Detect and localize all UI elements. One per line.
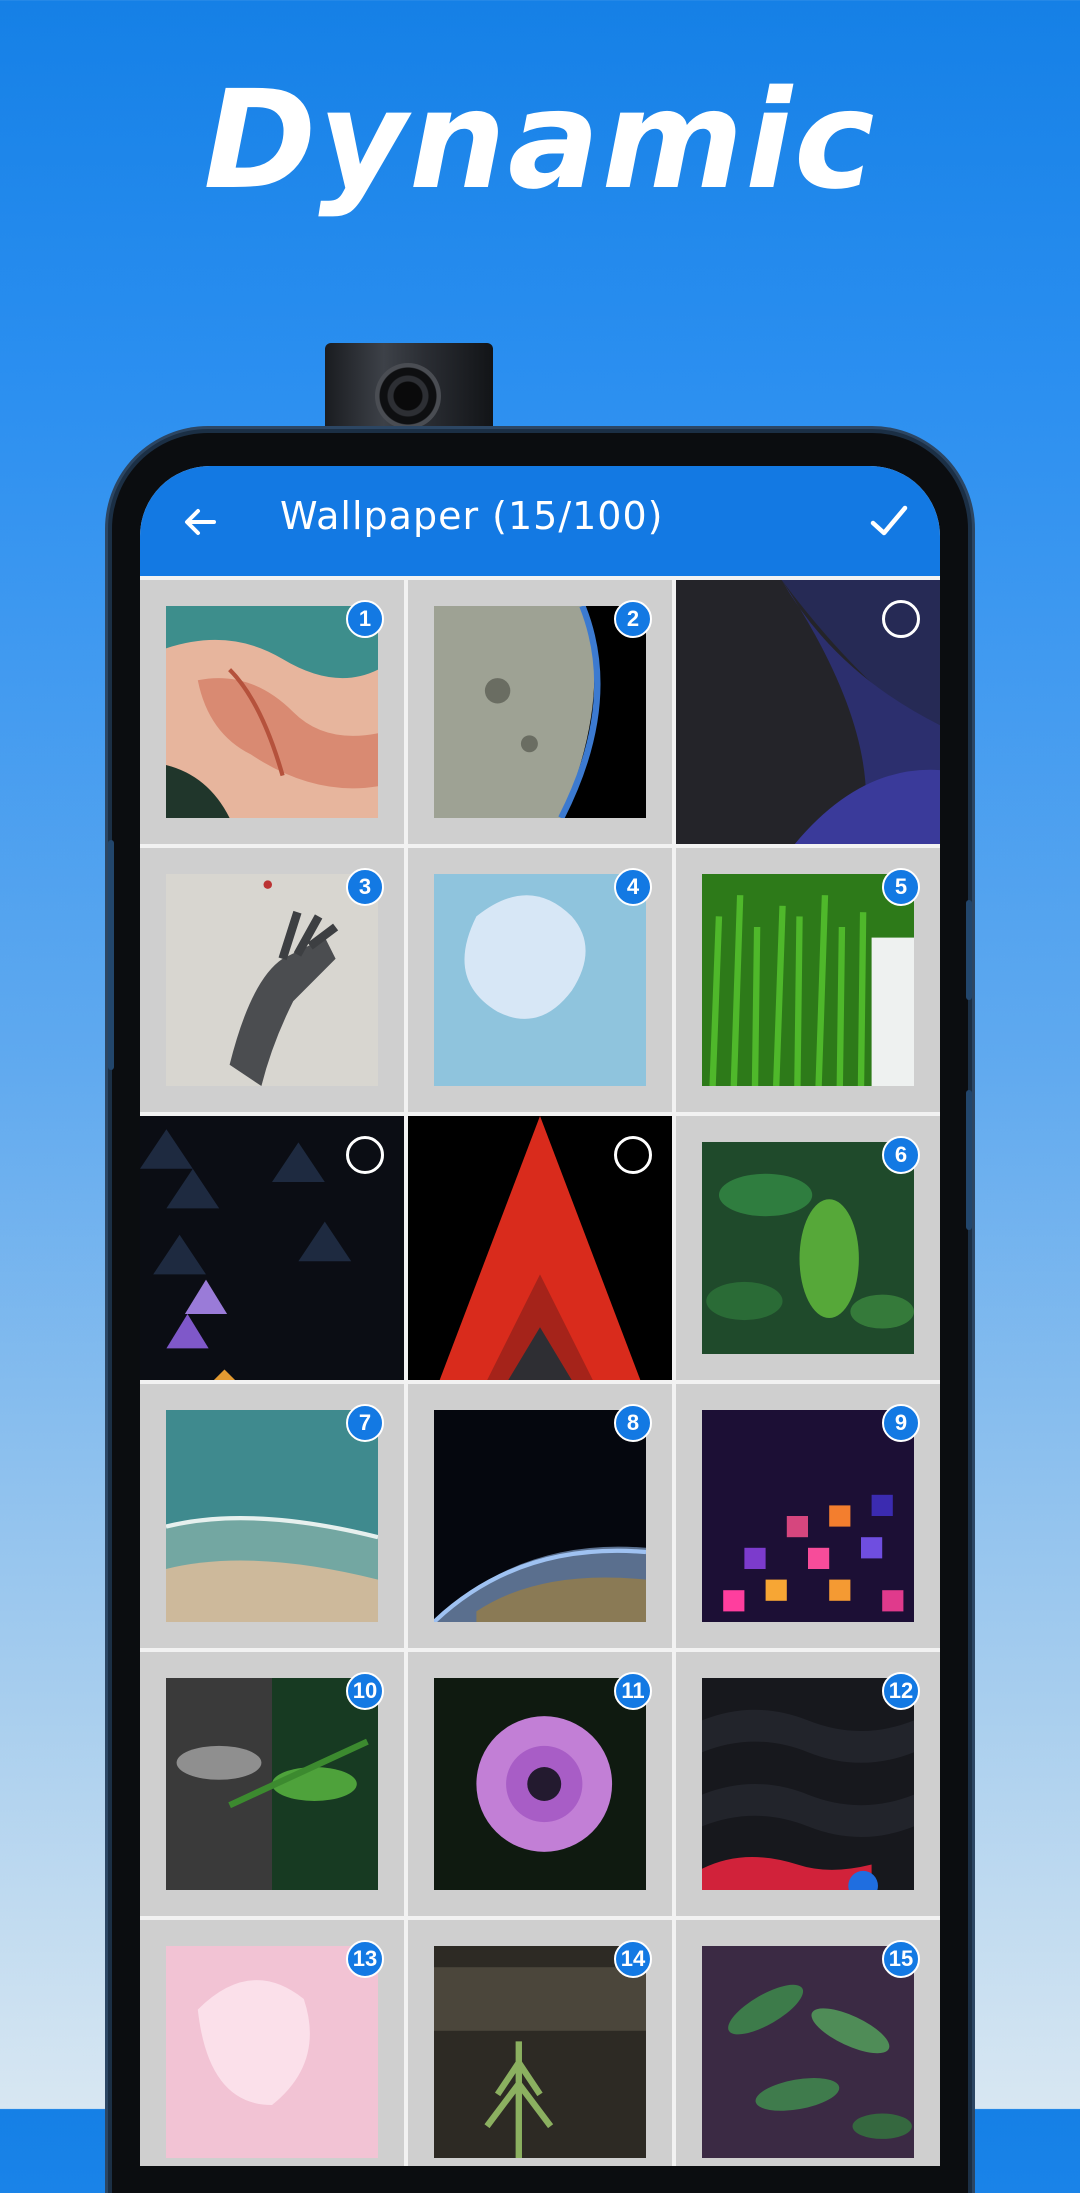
wallpaper-tile[interactable]: 2 [408,580,672,844]
selection-order-badge: 10 [346,1672,384,1710]
selection-order-badge: 6 [882,1136,920,1174]
wallpaper-tile[interactable]: 7 [140,1384,404,1648]
wallpaper-thumbnail [434,1946,646,2158]
wallpaper-tile[interactable]: 9 [676,1384,940,1648]
selection-order-badge: 11 [614,1672,652,1710]
phone-side-button [966,900,972,1000]
wallpaper-tile[interactable]: 11 [408,1652,672,1916]
selection-order-badge: 8 [614,1404,652,1442]
wallpaper-thumbnail [166,1678,378,1890]
wallpaper-thumbnail [702,1142,914,1354]
selection-order-badge: 13 [346,1940,384,1978]
phone-screen: Wallpaper (15/100) 1 2 3 4 5 6 7 8 9 10 … [140,466,940,2166]
phone-side-button [966,1090,972,1230]
headline: Dynamic [203,62,877,220]
wallpaper-tile[interactable]: 10 [140,1652,404,1916]
selection-order-badge: 2 [614,600,652,638]
confirm-button[interactable] [864,496,914,546]
wallpaper-thumbnail [702,1410,914,1622]
wallpaper-tile[interactable]: 3 [140,848,404,1112]
popup-camera [325,343,493,443]
wallpaper-thumbnail [166,874,378,1086]
wallpaper-tile[interactable] [408,1116,672,1380]
page-title: Wallpaper (15/100) [280,494,664,538]
wallpaper-tile[interactable]: 1 [140,580,404,844]
back-button[interactable] [176,498,224,546]
wallpaper-tile[interactable] [676,580,940,844]
wallpaper-tile[interactable]: 6 [676,1116,940,1380]
phone-side-button [108,840,114,1070]
unselected-circle-icon[interactable] [614,1136,652,1174]
wallpaper-grid: 1 2 3 4 5 6 7 8 9 10 11 12 13 14 15 [140,576,940,2166]
wallpaper-thumbnail [166,1410,378,1622]
app-bar: Wallpaper (15/100) [140,466,940,576]
selection-order-badge: 3 [346,868,384,906]
wallpaper-tile[interactable]: 4 [408,848,672,1112]
wallpaper-thumbnail [434,874,646,1086]
arrow-left-icon [185,509,216,535]
wallpaper-tile[interactable]: 8 [408,1384,672,1648]
selection-order-badge: 14 [614,1940,652,1978]
wallpaper-thumbnail [702,874,914,1086]
selection-order-badge: 4 [614,868,652,906]
wallpaper-thumbnail [166,1946,378,2158]
checkmark-icon [870,505,908,536]
selection-order-badge: 12 [882,1672,920,1710]
wallpaper-thumbnail [166,606,378,818]
wallpaper-tile[interactable]: 13 [140,1920,404,2166]
wallpaper-tile[interactable] [140,1116,404,1380]
wallpaper-tile[interactable]: 15 [676,1920,940,2166]
wallpaper-thumbnail [434,606,646,818]
wallpaper-thumbnail [702,1946,914,2158]
unselected-circle-icon[interactable] [882,600,920,638]
selection-order-badge: 9 [882,1404,920,1442]
wallpaper-tile[interactable]: 5 [676,848,940,1112]
wallpaper-thumbnail [702,1678,914,1890]
selection-order-badge: 15 [882,1940,920,1978]
selection-order-badge: 7 [346,1404,384,1442]
wallpaper-thumbnail [434,1678,646,1890]
selection-order-badge: 1 [346,600,384,638]
camera-lens-icon [375,363,441,429]
wallpaper-tile[interactable]: 14 [408,1920,672,2166]
wallpaper-tile[interactable]: 12 [676,1652,940,1916]
unselected-circle-icon[interactable] [346,1136,384,1174]
selection-order-badge: 5 [882,868,920,906]
wallpaper-thumbnail [434,1410,646,1622]
